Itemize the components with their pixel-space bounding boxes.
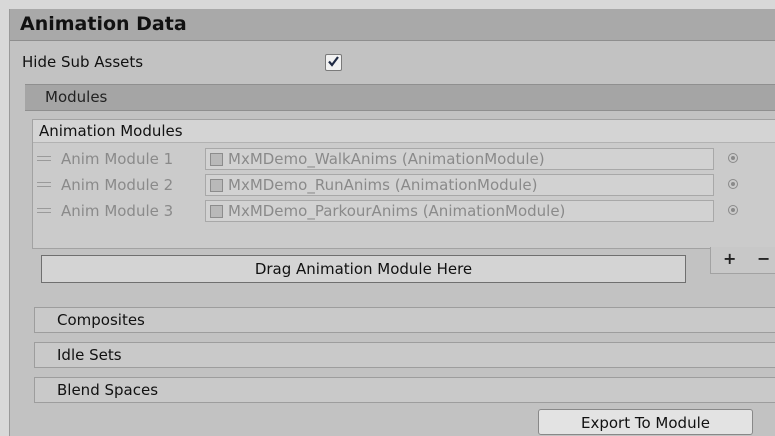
- list-item: Anim Module 1 MxMDemo_WalkAnims (Animati…: [33, 146, 775, 172]
- object-picker-icon[interactable]: [728, 205, 738, 215]
- object-picker-icon[interactable]: [728, 179, 738, 189]
- list-item-label: Anim Module 2: [61, 176, 174, 194]
- blend-spaces-foldout[interactable]: Blend Spaces: [34, 377, 775, 403]
- drop-area-label: Drag Animation Module Here: [254, 260, 473, 278]
- idle-sets-foldout-label: Idle Sets: [57, 346, 122, 364]
- drag-handle-icon[interactable]: [37, 156, 51, 162]
- add-item-button[interactable]: +: [723, 249, 736, 268]
- object-field-value: MxMDemo_WalkAnims (AnimationModule): [228, 150, 545, 168]
- asset-icon: [210, 205, 223, 218]
- composites-foldout-label: Composites: [57, 311, 145, 329]
- object-field[interactable]: MxMDemo_WalkAnims (AnimationModule): [205, 148, 714, 170]
- animation-modules-list: Animation Modules Anim Module 1 MxMDemo_…: [32, 119, 775, 249]
- list-item: Anim Module 2 MxMDemo_RunAnims (Animatio…: [33, 172, 775, 198]
- hide-sub-assets-label: Hide Sub Assets: [22, 53, 144, 71]
- panel-title: Animation Data: [20, 13, 187, 35]
- object-field[interactable]: MxMDemo_RunAnims (AnimationModule): [205, 174, 714, 196]
- object-picker-icon[interactable]: [728, 153, 738, 163]
- animation-data-panel: Animation Data Hide Sub Assets Modules A…: [9, 9, 775, 436]
- object-field-value: MxMDemo_ParkourAnims (AnimationModule): [228, 202, 566, 220]
- asset-icon: [210, 153, 223, 166]
- drag-module-drop-area[interactable]: Drag Animation Module Here: [41, 255, 686, 283]
- remove-item-button[interactable]: −: [757, 249, 770, 268]
- composites-foldout[interactable]: Composites: [34, 307, 775, 333]
- hide-sub-assets-checkbox[interactable]: [325, 54, 342, 71]
- animation-modules-list-title: Animation Modules: [39, 122, 183, 140]
- blend-spaces-foldout-label: Blend Spaces: [57, 381, 159, 399]
- list-item-label: Anim Module 1: [61, 150, 174, 168]
- list-footer: + −: [710, 247, 775, 274]
- export-button-label: Export To Module: [581, 414, 710, 432]
- idle-sets-foldout[interactable]: Idle Sets: [34, 342, 775, 368]
- modules-foldout-label: Modules: [45, 88, 108, 106]
- object-field[interactable]: MxMDemo_ParkourAnims (AnimationModule): [205, 200, 714, 222]
- panel-header: Animation Data: [10, 9, 775, 41]
- modules-foldout[interactable]: Modules: [25, 84, 775, 111]
- checkmark-icon: [328, 56, 339, 67]
- animation-modules-list-header: Animation Modules: [33, 120, 775, 143]
- list-item-label: Anim Module 3: [61, 202, 174, 220]
- drag-handle-icon[interactable]: [37, 182, 51, 188]
- list-item: Anim Module 3 MxMDemo_ParkourAnims (Anim…: [33, 198, 775, 224]
- asset-icon: [210, 179, 223, 192]
- object-field-value: MxMDemo_RunAnims (AnimationModule): [228, 176, 538, 194]
- export-to-module-button[interactable]: Export To Module: [538, 409, 753, 435]
- drag-handle-icon[interactable]: [37, 208, 51, 214]
